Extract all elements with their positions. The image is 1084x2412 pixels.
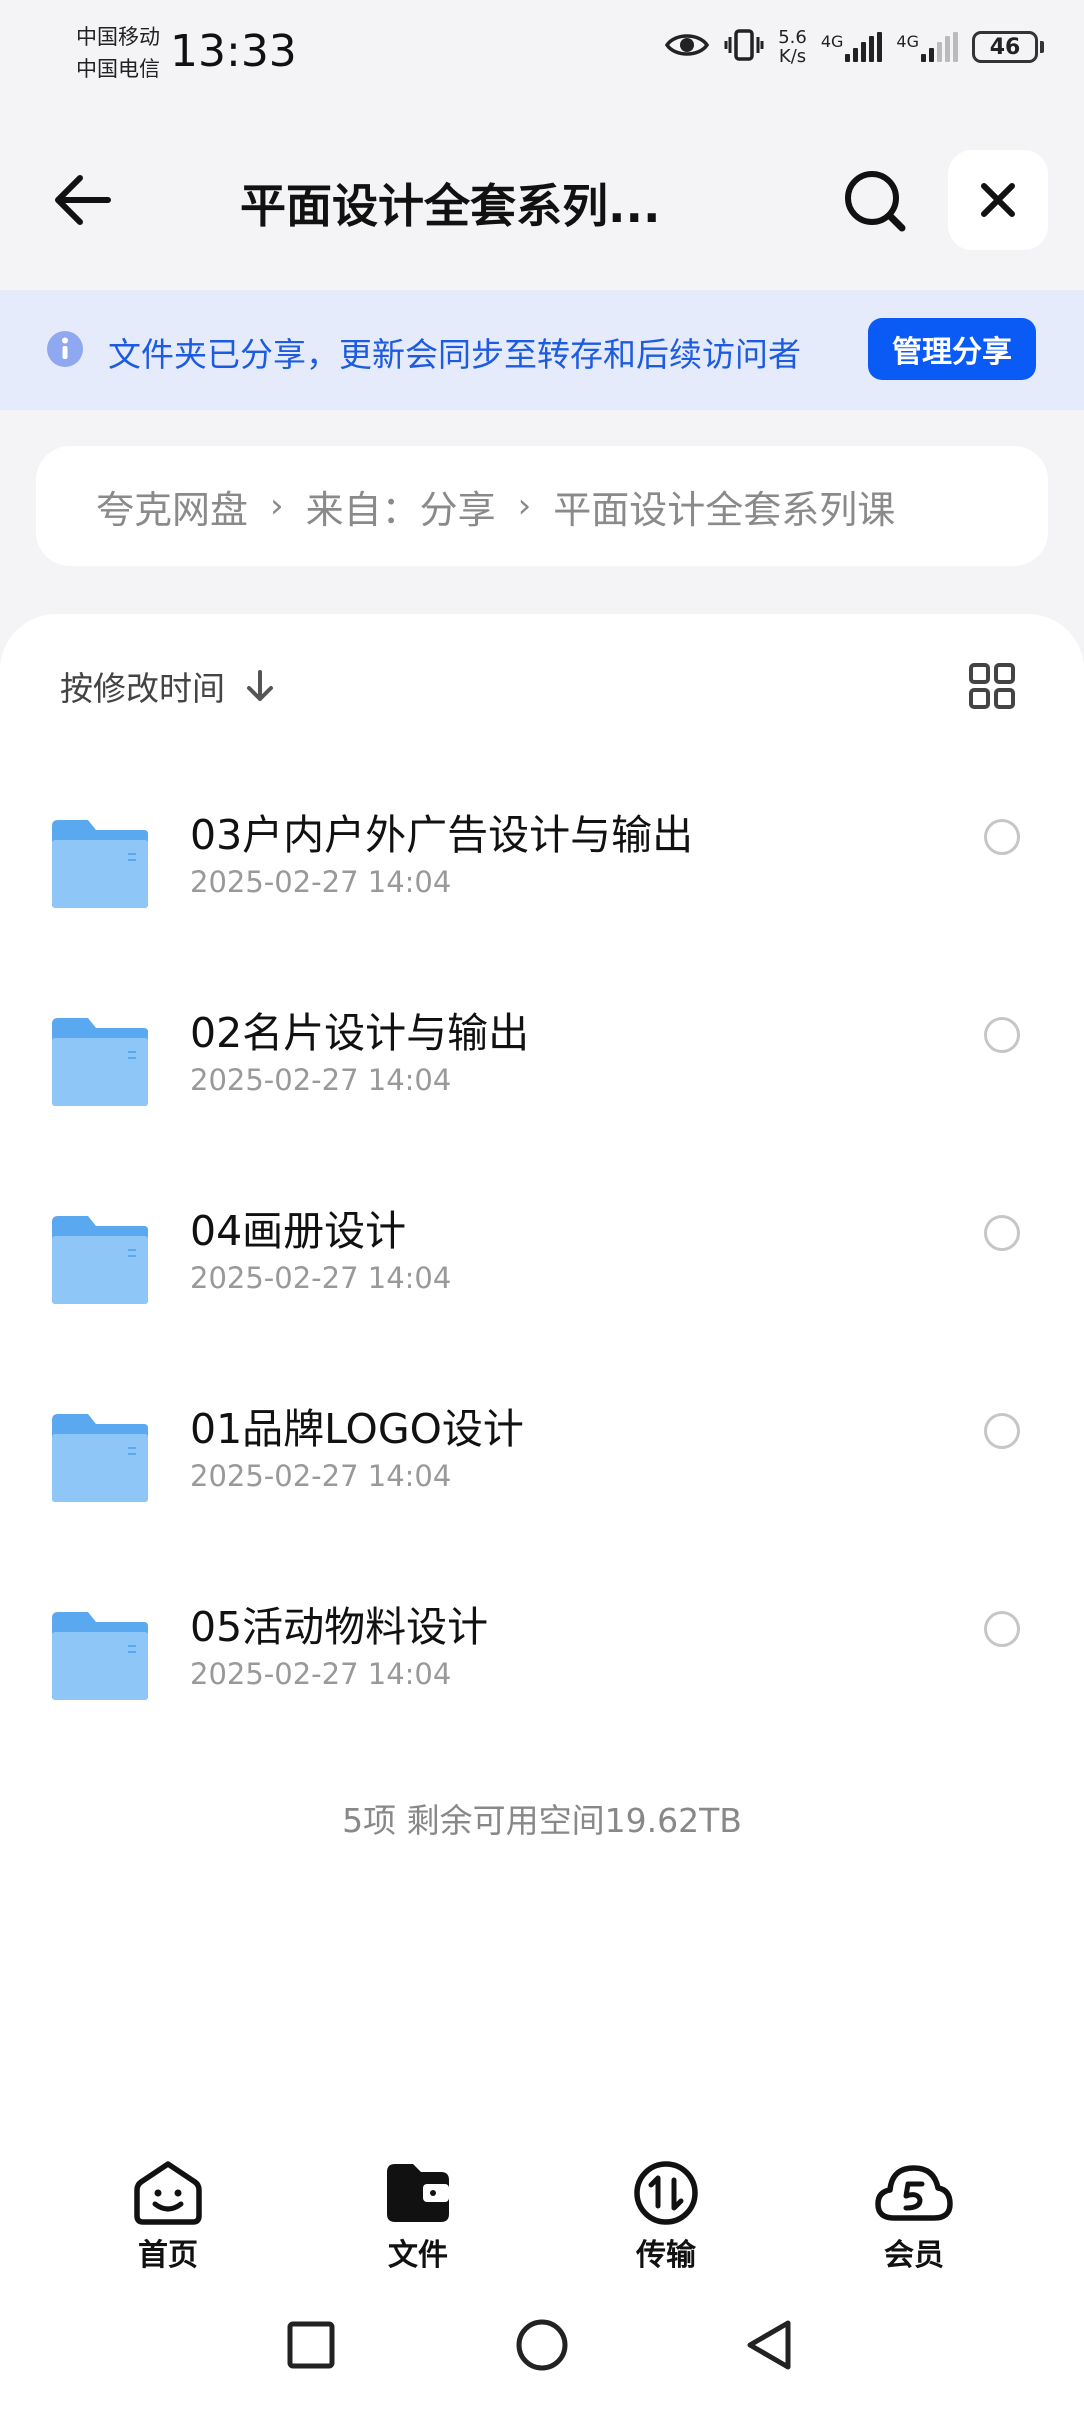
file-name: 01品牌LOGO设计 [190,1405,524,1453]
file-name: 02名片设计与输出 [190,1009,530,1057]
folder-icon [52,820,148,908]
back-system-button[interactable] [744,2320,796,2375]
breadcrumb-item-share[interactable]: 来自：分享 [306,479,496,534]
file-date: 2025-02-27 14:04 [190,865,452,899]
cloud-member-icon [875,2165,953,2221]
home-button[interactable] [514,2319,570,2377]
share-banner-text: 文件夹已分享，更新会同步至转存和后续访问者 [108,335,801,374]
select-radio[interactable] [984,1017,1020,1053]
file-name: 03户内户外广告设计与输出 [190,811,694,859]
net-speed: 5.6 K/s [778,28,807,66]
carrier-2: 中国电信 [76,57,160,81]
chevron-right-icon: › [517,486,532,526]
tab-home[interactable]: 首页 [98,2160,238,2274]
folder-icon [52,1216,148,1304]
clock: 13:33 [170,26,297,77]
file-row[interactable]: 03户内户外广告设计与输出 2025-02-27 14:04 [0,773,1084,971]
folder-filled-icon [387,2164,449,2222]
tab-member[interactable]: 会员 [844,2160,984,2274]
select-radio[interactable] [984,1215,1020,1251]
breadcrumb: 夸克网盘 › 来自：分享 › 平面设计全套系列课 [36,446,1048,566]
battery-icon: 46 [972,31,1044,63]
search-button[interactable] [842,168,908,238]
file-date: 2025-02-27 14:04 [190,1063,452,1097]
tab-transfer[interactable]: 传输 [596,2160,736,2274]
file-row[interactable]: 01品牌LOGO设计 2025-02-27 14:04 [0,1367,1084,1565]
manage-share-button[interactable]: 管理分享 [868,318,1036,380]
close-icon [981,183,1015,217]
signal-label-2: 4G [896,32,919,51]
file-row[interactable]: 02名片设计与输出 2025-02-27 14:04 [0,971,1084,1169]
folder-icon [52,1414,148,1502]
chevron-right-icon: › [270,486,284,526]
arrow-down-icon [247,670,273,701]
breadcrumb-item-root[interactable]: 夸克网盘 [96,479,248,534]
search-icon [845,171,906,232]
sort-button[interactable]: 按修改时间 [60,662,275,710]
eye-icon [664,30,710,64]
select-radio[interactable] [984,1413,1020,1449]
net-speed-unit: K/s [778,46,807,67]
signal-1: 4G [821,32,883,62]
storage-summary: 5项 剩余可用空间19.62TB [342,1801,742,1840]
circle-icon [516,2319,568,2371]
vibrate-icon [724,28,764,66]
tab-files-label: 文件 [388,2238,448,2273]
triangle-back-icon [747,2320,791,2370]
transfer-icon [634,2161,698,2225]
smile-home-icon [134,2161,202,2225]
grid-view-button[interactable] [968,662,1016,714]
file-name: 05活动物料设计 [190,1603,489,1651]
file-row[interactable]: 05活动物料设计 2025-02-27 14:04 [0,1565,1084,1763]
file-date: 2025-02-27 14:04 [190,1657,452,1691]
recent-apps-button[interactable] [286,2320,336,2374]
folder-icon [52,1612,148,1700]
select-radio[interactable] [984,819,1020,855]
select-radio[interactable] [984,1611,1020,1647]
file-date: 2025-02-27 14:04 [190,1459,452,1493]
tab-member-label: 会员 [884,2238,944,2273]
grid-icon [969,663,1015,709]
tab-files[interactable]: 文件 [348,2160,488,2274]
battery-level: 46 [972,31,1038,63]
breadcrumb-item-current: 平面设计全套系列课 [553,487,896,532]
signal-2: 4G [896,32,958,62]
file-row[interactable]: 04画册设计 2025-02-27 14:04 [0,1169,1084,1367]
tab-home-label: 首页 [138,2238,198,2273]
square-icon [287,2321,335,2369]
back-button[interactable] [50,170,114,234]
page-title: 平面设计全套系列... [240,179,661,233]
sort-label: 按修改时间 [60,669,225,708]
file-name: 04画册设计 [190,1207,407,1255]
info-icon [46,330,84,372]
carrier-1: 中国移动 [76,25,160,49]
file-date: 2025-02-27 14:04 [190,1261,452,1295]
net-speed-value: 5.6 [778,27,807,48]
arrow-left-icon [55,175,111,225]
status-icons: 5.6 K/s 4G 4G 46 [664,28,1044,66]
folder-icon [52,1018,148,1106]
signal-bars-weak-icon [921,32,958,62]
close-button[interactable] [948,150,1048,250]
signal-bars-icon [845,32,883,62]
signal-label-1: 4G [820,32,844,51]
tab-transfer-label: 传输 [636,2238,696,2273]
